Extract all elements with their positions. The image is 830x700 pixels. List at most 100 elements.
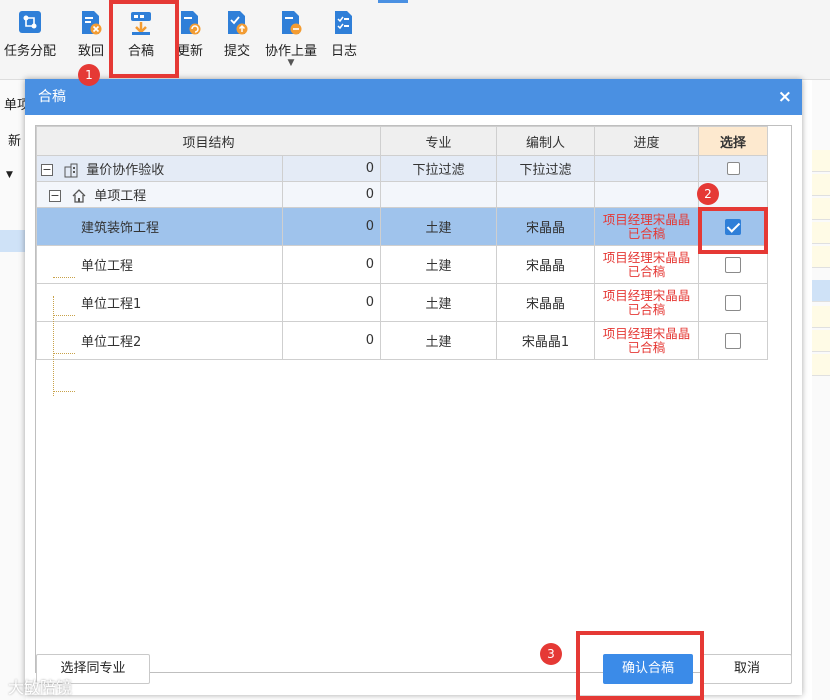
submit-label: 提交 (223, 44, 250, 59)
project-grid: 项目结构 专业 编制人 进度 选择 − 量价协作验收 0 下拉过滤 下拉过滤 −… (35, 125, 792, 673)
table-row[interactable]: 单位工程 0 土建 宋晶晶 项目经理宋晶晶 已合稿 (36, 245, 769, 284)
log-label: 日志 (330, 44, 357, 59)
editor-filter[interactable]: 下拉过滤 (496, 155, 596, 182)
tree-guide-line (53, 391, 75, 392)
col-header-select[interactable]: 选择 (698, 126, 769, 156)
item-progress: 项目经理宋晶晶 已合稿 (594, 283, 700, 322)
background-cell (812, 174, 830, 196)
watermark: 大敏陪镜 (8, 678, 73, 697)
item-select-cell (698, 283, 769, 322)
chevron-down-icon[interactable]: ▼ (262, 58, 320, 68)
item-specialty: 土建 (380, 283, 498, 322)
empty-cell (380, 181, 498, 208)
background-cell (812, 246, 830, 268)
empty-cell (594, 181, 700, 208)
specialty-filter[interactable]: 下拉过滤 (380, 155, 498, 182)
collab-upload-icon (282, 11, 302, 35)
item-name-cell: 建筑装饰工程 (36, 207, 283, 246)
root-name-cell: − 量价协作验收 (36, 155, 283, 182)
highlight-box-merge (109, 0, 179, 78)
item-checkbox[interactable] (725, 332, 742, 349)
tree-guide-line (53, 277, 75, 278)
table-row[interactable]: 单位工程2 0 土建 宋晶晶1 项目经理宋晶晶 已合稿 (36, 321, 769, 360)
table-row[interactable]: − 量价协作验收 0 下拉过滤 下拉过滤 (36, 155, 769, 182)
close-icon[interactable]: × (778, 79, 792, 115)
table-row[interactable]: 建筑装饰工程 0 土建 宋晶晶 项目经理宋晶晶 已合稿 (36, 207, 769, 246)
item-editor: 宋晶晶 (496, 283, 596, 322)
item-name: 建筑装饰工程 (81, 221, 160, 236)
highlight-box-checkbox (698, 207, 768, 254)
background-cell (812, 330, 830, 352)
select-all-cell (698, 155, 769, 182)
background-cell (812, 198, 830, 220)
highlight-box-confirm (576, 631, 704, 700)
tree-guide-line (53, 315, 75, 316)
item-name: 单位工程1 (81, 297, 142, 312)
col-header-editor[interactable]: 编制人 (496, 126, 596, 156)
progress-line: 已合稿 (627, 225, 666, 241)
item-progress: 项目经理宋晶晶 已合稿 (594, 321, 700, 360)
tree-guide-line (53, 353, 75, 354)
log-icon (335, 11, 352, 34)
item-specialty: 土建 (380, 321, 498, 360)
col-header-structure[interactable]: 项目结构 (35, 126, 382, 156)
progress-line: 项目经理宋晶晶 (602, 211, 691, 227)
task-assign-icon (19, 11, 41, 33)
col-header-progress[interactable]: 进度 (594, 126, 700, 156)
task-assign-label: 任务分配 (4, 44, 57, 59)
submit-icon (228, 11, 248, 35)
background-cell (812, 150, 830, 172)
item-value: 0 (281, 245, 382, 284)
table-header-row: 项目结构 专业 编制人 进度 选择 (35, 126, 769, 156)
item-editor: 宋晶晶 (496, 207, 596, 246)
item-specialty: 土建 (380, 245, 498, 284)
background-panel-left (0, 80, 26, 700)
home-icon (72, 189, 86, 203)
table-row[interactable]: − 单项工程 0 (36, 181, 769, 208)
group-value: 0 (281, 181, 382, 208)
item-progress: 项目经理宋晶晶 已合稿 (594, 207, 700, 246)
root-name: 量价协作验收 (86, 162, 165, 178)
return-icon (82, 11, 102, 35)
step-badge-2: 2 (697, 183, 719, 205)
tree-guide-line (53, 296, 54, 396)
collapse-icon[interactable]: − (49, 190, 61, 203)
item-checkbox[interactable] (725, 256, 742, 273)
background-selected-row (0, 230, 26, 252)
item-checkbox[interactable] (725, 294, 742, 311)
group-name-cell: − 单项工程 (36, 181, 283, 208)
collapse-icon[interactable]: − (41, 164, 53, 177)
item-progress: 项目经理宋晶晶 已合稿 (594, 245, 700, 284)
table-row[interactable]: 单位工程1 0 土建 宋晶晶 项目经理宋晶晶 已合稿 (36, 283, 769, 322)
progress-line: 已合稿 (627, 339, 666, 355)
background-cell (812, 222, 830, 244)
item-select-cell (698, 321, 769, 360)
task-assign-button[interactable]: 任务分配 (4, 8, 56, 72)
background-cell (812, 306, 830, 328)
background-cell (812, 354, 830, 376)
log-button[interactable]: 日志 (318, 8, 370, 72)
progress-line: 项目经理宋晶晶 (602, 325, 691, 341)
dialog-title: 合稿 (25, 79, 802, 115)
select-all-checkbox[interactable] (726, 162, 740, 175)
building-icon (64, 163, 78, 178)
collab-upload-button[interactable]: 协作上量 ▼ (262, 8, 320, 72)
merge-dialog: 合稿 × 项目结构 专业 编制人 进度 选择 − 量价协作验收 0 下拉过滤 下… (25, 79, 802, 695)
submit-button[interactable]: 提交 (211, 8, 263, 72)
col-header-specialty[interactable]: 专业 (380, 126, 498, 156)
item-value: 0 (281, 283, 382, 322)
progress-line: 已合稿 (627, 263, 666, 279)
empty-cell (496, 181, 596, 208)
cancel-button[interactable]: 取消 (702, 654, 792, 684)
progress-line: 项目经理宋晶晶 (602, 249, 691, 265)
chevron-down-icon: ▼ (6, 170, 13, 180)
root-value: 0 (281, 155, 382, 182)
item-specialty: 土建 (380, 207, 498, 246)
progress-line: 已合稿 (627, 301, 666, 317)
background-cell (812, 280, 830, 302)
item-name: 单位工程 (81, 259, 134, 274)
progress-line: 项目经理宋晶晶 (602, 287, 691, 303)
step-badge-3: 3 (540, 643, 562, 665)
item-name: 单位工程2 (81, 335, 142, 350)
project-table: 项目结构 专业 编制人 进度 选择 − 量价协作验收 0 下拉过滤 下拉过滤 −… (35, 126, 769, 360)
